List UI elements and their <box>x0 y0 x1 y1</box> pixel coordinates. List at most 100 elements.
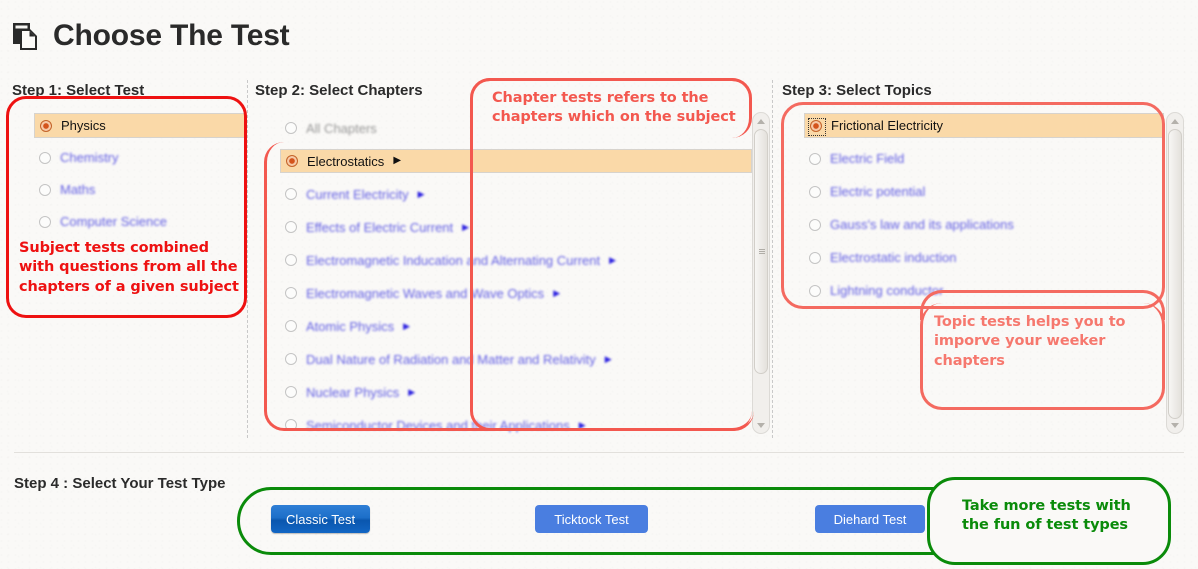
radio-button-icon[interactable] <box>809 218 821 231</box>
radio-button-icon[interactable] <box>809 284 821 297</box>
expand-arrow-icon[interactable]: ▶ <box>393 156 401 166</box>
radio-button-icon[interactable] <box>285 188 297 200</box>
choose-test-page: Choose The Test Step 1: Select Test Step… <box>0 0 1198 569</box>
topic-list-item-label: Frictional Electricity <box>831 118 943 133</box>
chapter-list-item-label: Nuclear Physics <box>306 384 400 400</box>
topic-list-item[interactable]: Electrostatic induction <box>804 245 1164 270</box>
chapter-list-item-label: Effects of Electric Current <box>306 219 454 235</box>
topic-list-item[interactable]: Electric potential <box>804 179 1164 204</box>
column-divider-2 <box>772 80 773 438</box>
subject-list-item[interactable]: Maths <box>34 177 246 202</box>
topic-list-item-label: Electric Field <box>830 151 905 166</box>
radio-button-icon[interactable] <box>809 152 821 165</box>
radio-button-icon[interactable] <box>809 185 821 198</box>
expand-arrow-icon[interactable]: ▶ <box>408 387 415 397</box>
annotation-testtype-box-inner <box>927 477 1171 565</box>
chapter-list-item-label: Current Electricity <box>306 186 409 202</box>
radio-button-icon[interactable] <box>285 419 297 431</box>
step-2-heading: Step 2: Select Chapters <box>255 82 423 99</box>
topic-list: Frictional Electricity Electric Field Elec… <box>804 113 1164 311</box>
subject-list: Physics Chemistry Maths Computer Science <box>34 113 246 241</box>
radio-button-icon[interactable] <box>39 151 51 164</box>
radio-button-icon[interactable] <box>285 122 297 134</box>
diehard-test-button[interactable]: Diehard Test <box>815 505 925 533</box>
radio-button-icon[interactable] <box>285 386 297 398</box>
radio-button-icon[interactable] <box>808 117 826 136</box>
scroll-up-arrow-icon[interactable] <box>1167 113 1183 129</box>
page-title: Choose The Test <box>12 19 290 52</box>
step-3-heading: Step 3: Select Topics <box>782 82 932 99</box>
radio-button-icon[interactable] <box>285 254 297 266</box>
scroll-up-arrow-icon[interactable] <box>753 113 769 129</box>
chapter-list-item[interactable]: Dual Nature of Radiation and Matter and … <box>280 347 752 371</box>
topic-list-item-label: Lightning conductor <box>830 283 944 298</box>
expand-arrow-icon[interactable]: ▶ <box>605 354 612 364</box>
annotation-topic-text-wrap: Topic tests helps you to imporve your we… <box>934 313 1125 371</box>
chapter-list-item[interactable]: Electromagnetic Inducation and Alternati… <box>280 248 752 272</box>
expand-arrow-icon[interactable]: ▶ <box>553 288 560 298</box>
ticktock-test-button[interactable]: Ticktock Test <box>535 505 648 533</box>
chapter-list-item[interactable]: Nuclear Physics ▶ <box>280 380 752 404</box>
expand-arrow-icon[interactable]: ▶ <box>609 255 616 265</box>
scrollbar-thumb[interactable] <box>754 129 768 374</box>
topic-list-item-label: Electric potential <box>830 184 926 199</box>
chapter-list-item[interactable]: Electromagnetic Waves and Wave Optics ▶ <box>280 281 752 305</box>
chapter-list-scrollbar[interactable] <box>752 112 770 434</box>
page-title-text: Choose The Test <box>53 19 290 52</box>
chapter-list-item[interactable]: Atomic Physics ▶ <box>280 314 752 338</box>
column-divider-1 <box>247 80 248 438</box>
subject-list-item[interactable]: Computer Science <box>34 209 246 234</box>
annotation-topic-box-body <box>920 303 1165 410</box>
section-divider <box>14 452 1184 453</box>
radio-button-icon[interactable] <box>285 221 297 233</box>
topic-list-item[interactable]: Lightning conductor <box>804 278 1164 303</box>
classic-test-button[interactable]: Classic Test <box>271 505 370 533</box>
expand-arrow-icon[interactable]: ▶ <box>462 222 469 232</box>
subject-list-item[interactable]: Chemistry <box>34 145 246 170</box>
annotation-topic-text: Topic tests helps you to imporve your we… <box>934 314 1126 369</box>
topic-list-item[interactable]: Frictional Electricity <box>804 113 1164 138</box>
radio-button-icon[interactable] <box>285 353 297 365</box>
scrollbar-grip-icon <box>759 248 765 255</box>
radio-button-icon[interactable] <box>39 183 51 196</box>
radio-button-icon[interactable] <box>285 320 297 332</box>
annotation-testtype-text-wrap: Take more tests with the fun of test typ… <box>962 497 1131 536</box>
radio-button-icon[interactable] <box>285 287 297 299</box>
subject-list-item[interactable]: Physics <box>34 113 246 138</box>
chapter-list-item-label: Electromagnetic Inducation and Alternati… <box>306 252 601 268</box>
expand-arrow-icon[interactable]: ▶ <box>579 420 586 430</box>
radio-button-icon[interactable] <box>809 251 821 264</box>
chapter-list-item[interactable]: All Chapters <box>280 116 752 140</box>
scroll-down-arrow-icon[interactable] <box>753 417 769 433</box>
chapter-list-item-label: Electromagnetic Waves and Wave Optics <box>306 285 545 301</box>
annotation-subject-text: Subject tests combined with questions fr… <box>19 240 239 295</box>
radio-button-icon[interactable] <box>286 155 298 167</box>
step-4-heading: Step 4 : Select Your Test Type <box>14 475 226 492</box>
topic-list-item-label: Electrostatic induction <box>830 250 957 265</box>
chapter-list-item[interactable]: Electrostatics ▶ <box>280 149 752 173</box>
chapter-list-item[interactable]: Semiconductor Devices and their Applicat… <box>280 413 752 437</box>
subject-list-item-label: Computer Science <box>60 214 167 229</box>
topic-list-scrollbar[interactable] <box>1166 112 1184 434</box>
chapter-list-item-label: Electrostatics <box>307 153 385 169</box>
chapter-list-item[interactable]: Effects of Electric Current ▶ <box>280 215 752 239</box>
chapter-list-item[interactable]: Current Electricity ▶ <box>280 182 752 206</box>
topic-list-item[interactable]: Gauss's law and its applications <box>804 212 1164 237</box>
topic-list-item-label: Gauss's law and its applications <box>830 217 1014 232</box>
scroll-down-arrow-icon[interactable] <box>1167 417 1183 433</box>
chapter-list-item-label: Semiconductor Devices and their Applicat… <box>306 417 570 433</box>
annotation-testtype-text: Take more tests with the fun of test typ… <box>962 498 1131 534</box>
scrollbar-thumb[interactable] <box>1168 129 1182 419</box>
subject-list-item-label: Physics <box>61 118 106 133</box>
subject-list-item-label: Maths <box>60 182 96 197</box>
annotation-testtype-box <box>237 487 1171 555</box>
expand-arrow-icon[interactable]: ▶ <box>403 321 410 331</box>
radio-button-icon[interactable] <box>39 215 51 228</box>
expand-arrow-icon[interactable]: ▶ <box>418 189 425 199</box>
step-1-heading: Step 1: Select Test <box>12 82 145 99</box>
radio-button-icon[interactable] <box>40 119 52 132</box>
chapter-list-item-label: Dual Nature of Radiation and Matter and … <box>306 351 596 367</box>
chapter-list: All Chapters Electrostatics ▶ Current Elect… <box>280 116 752 446</box>
pages-icon <box>12 20 42 52</box>
topic-list-item[interactable]: Electric Field <box>804 146 1164 171</box>
